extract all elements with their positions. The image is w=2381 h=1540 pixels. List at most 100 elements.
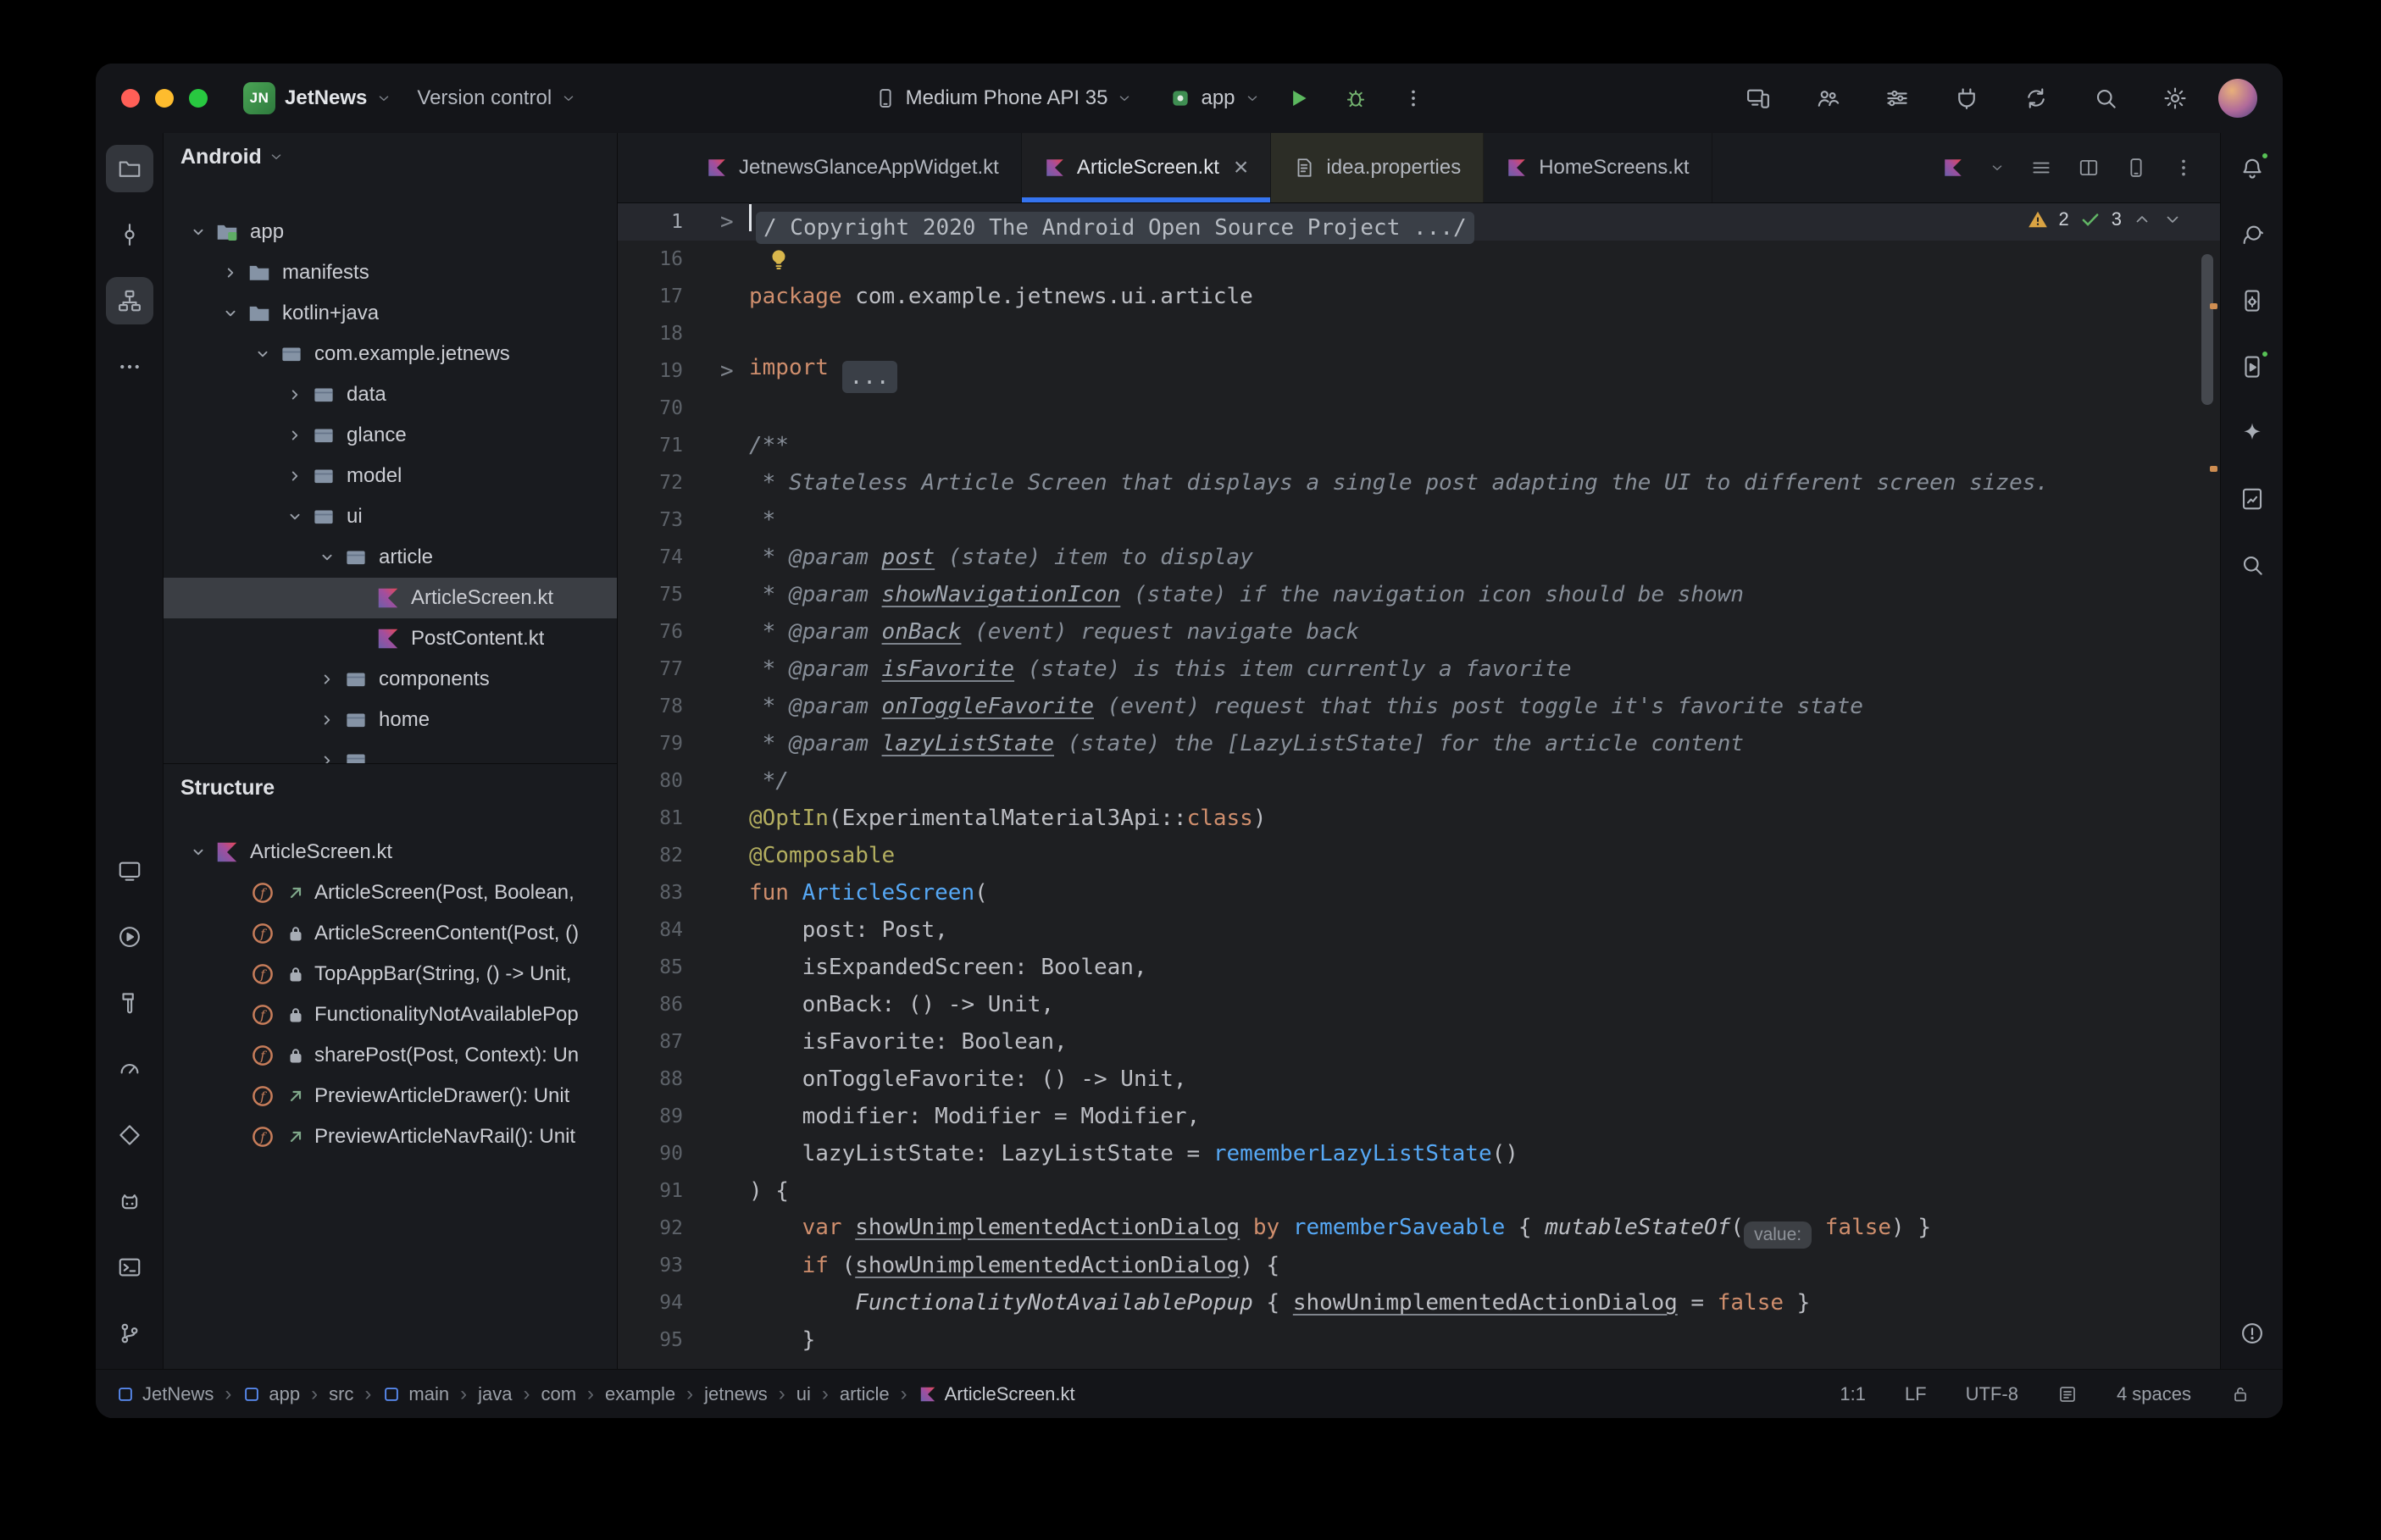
code-line[interactable]: 16 xyxy=(618,241,2220,278)
gemini-button[interactable] xyxy=(2228,409,2276,457)
gutter[interactable] xyxy=(683,241,749,278)
code-line[interactable]: 17package com.example.jetnews.ui.article xyxy=(618,278,2220,315)
project-widget[interactable]: JN JetNews xyxy=(243,82,391,114)
more-tool-windows-button[interactable] xyxy=(106,343,153,391)
project-tree-item-glance[interactable]: glance xyxy=(164,415,617,456)
line-number[interactable]: 79 xyxy=(618,725,683,762)
code-line[interactable]: 85 isExpandedScreen: Boolean, xyxy=(618,949,2220,986)
run-button[interactable] xyxy=(1279,79,1318,118)
line-number[interactable]: 88 xyxy=(618,1061,683,1098)
gutter[interactable] xyxy=(683,576,749,613)
line-number[interactable]: 84 xyxy=(618,911,683,949)
gutter[interactable]: > xyxy=(683,203,749,241)
find-button[interactable] xyxy=(2228,541,2276,589)
project-tree-item-model[interactable]: model xyxy=(164,456,617,496)
line-number[interactable]: 82 xyxy=(618,837,683,874)
chevron-down-icon[interactable] xyxy=(313,546,341,568)
gutter[interactable] xyxy=(683,1098,749,1135)
structure-item-articlescreencontent-post[interactable]: fArticleScreenContent(Post, () xyxy=(164,913,617,954)
line-number[interactable]: 92 xyxy=(618,1210,683,1247)
chevron-right-icon[interactable] xyxy=(216,262,245,284)
code-line[interactable]: 19>import ... xyxy=(618,352,2220,390)
gutter[interactable] xyxy=(683,688,749,725)
inspections-widget[interactable]: 2 3 xyxy=(2027,208,2184,230)
project-tree-item-postcontent-kt[interactable]: PostContent.kt xyxy=(164,618,617,659)
next-problem-icon[interactable] xyxy=(2162,209,2183,230)
code-line[interactable]: 87 isFavorite: Boolean, xyxy=(618,1023,2220,1061)
chevron-right-icon[interactable] xyxy=(280,465,309,487)
gutter[interactable] xyxy=(683,837,749,874)
chevron-right-icon[interactable] xyxy=(280,384,309,406)
project-tree-item-ui[interactable]: ui xyxy=(164,496,617,537)
chevron-right-icon[interactable] xyxy=(313,750,341,763)
code-line[interactable]: 73 * xyxy=(618,501,2220,539)
code-line[interactable]: 74 * @param post (state) item to display xyxy=(618,539,2220,576)
line-number[interactable]: 17 xyxy=(618,278,683,315)
line-number[interactable]: 89 xyxy=(618,1098,683,1135)
project-tree-item-manifests[interactable]: manifests xyxy=(164,252,617,293)
more-editor-actions-icon[interactable] xyxy=(2173,157,2195,179)
line-number[interactable]: 16 xyxy=(618,241,683,278)
gutter[interactable] xyxy=(683,911,749,949)
cursor-position[interactable]: 1:1 xyxy=(1840,1383,1866,1405)
notifications-button[interactable] xyxy=(2228,145,2276,192)
code-line[interactable]: 81@OptIn(ExperimentalMaterial3Api::class… xyxy=(618,800,2220,837)
code-line[interactable]: 91) { xyxy=(618,1172,2220,1210)
code-line[interactable]: 1>/ Copyright 2020 The Android Open Sour… xyxy=(618,203,2220,241)
breadcrumb-article[interactable]: article xyxy=(840,1383,890,1405)
code-line[interactable]: 76 * @param onBack (event) request navig… xyxy=(618,613,2220,651)
breadcrumb-ui[interactable]: ui xyxy=(796,1383,811,1405)
code-with-me-button[interactable] xyxy=(1808,79,1847,118)
search-everywhere-button[interactable] xyxy=(2086,79,2125,118)
chevron-down-icon[interactable] xyxy=(280,506,309,528)
chevron-down-icon[interactable] xyxy=(248,343,277,365)
code-line[interactable]: 92 var showUnimplementedActionDialog by … xyxy=(618,1210,2220,1247)
zoom-window-button[interactable] xyxy=(189,89,208,108)
device-preview-icon[interactable] xyxy=(2125,157,2147,179)
code-line[interactable]: 82@Composable xyxy=(618,837,2220,874)
file-writable-icon[interactable] xyxy=(2230,1384,2251,1404)
build-tool-button[interactable] xyxy=(106,979,153,1027)
project-tree-item-kotlin-java[interactable]: kotlin+java xyxy=(164,293,617,334)
run-tool-button[interactable] xyxy=(106,913,153,961)
gutter[interactable] xyxy=(683,278,749,315)
gutter[interactable] xyxy=(683,874,749,911)
warning-stripe-mark[interactable] xyxy=(2210,303,2217,309)
line-number[interactable]: 85 xyxy=(618,949,683,986)
warning-stripe-mark[interactable] xyxy=(2210,466,2217,472)
hidden-tabs-kotlin-icon[interactable] xyxy=(1942,157,1964,179)
gutter[interactable] xyxy=(683,1321,749,1359)
gutter[interactable] xyxy=(683,539,749,576)
project-tree-item-item[interactable] xyxy=(164,740,617,763)
run-config-selector[interactable]: app xyxy=(1169,86,1259,110)
code-line[interactable]: 78 * @param onToggleFavorite (event) req… xyxy=(618,688,2220,725)
structure-item-articlescreen-post-boolean[interactable]: fArticleScreen(Post, Boolean, xyxy=(164,872,617,913)
debug-button[interactable] xyxy=(1336,79,1375,118)
breadcrumb-jetnews[interactable]: JetNews xyxy=(116,1383,214,1405)
chevron-right-icon[interactable] xyxy=(313,709,341,731)
code-line[interactable]: 94 FunctionalityNotAvailablePopup { show… xyxy=(618,1284,2220,1321)
running-devices-tool-button[interactable] xyxy=(106,847,153,895)
terminal-tool-button[interactable] xyxy=(106,1244,153,1291)
project-tree-item-app[interactable]: app xyxy=(164,212,617,252)
line-number[interactable]: 91 xyxy=(618,1172,683,1210)
breadcrumb-example[interactable]: example xyxy=(605,1383,675,1405)
code-line[interactable]: 70 xyxy=(618,390,2220,427)
fold-arrow-icon[interactable]: > xyxy=(720,203,734,241)
device-manager-button[interactable] xyxy=(2228,277,2276,324)
profiler-tool-button[interactable] xyxy=(106,1045,153,1093)
line-number[interactable]: 73 xyxy=(618,501,683,539)
project-tree-item-components[interactable]: components xyxy=(164,659,617,700)
commit-tool-button[interactable] xyxy=(106,211,153,258)
tab-articlescreen-kt[interactable]: ArticleScreen.kt× xyxy=(1022,133,1272,202)
running-devices-button[interactable] xyxy=(2228,343,2276,391)
gutter[interactable] xyxy=(683,1247,749,1284)
line-number[interactable]: 87 xyxy=(618,1023,683,1061)
gutter[interactable] xyxy=(683,651,749,688)
chevron-down-icon[interactable] xyxy=(1990,160,2005,175)
app-quality-insights-tool-button[interactable] xyxy=(106,1111,153,1159)
structure-root[interactable]: ArticleScreen.kt xyxy=(164,832,617,872)
editor-scrollbar-thumb[interactable] xyxy=(2201,254,2213,405)
code-line[interactable]: 83fun ArticleScreen( xyxy=(618,874,2220,911)
line-number[interactable]: 71 xyxy=(618,427,683,464)
